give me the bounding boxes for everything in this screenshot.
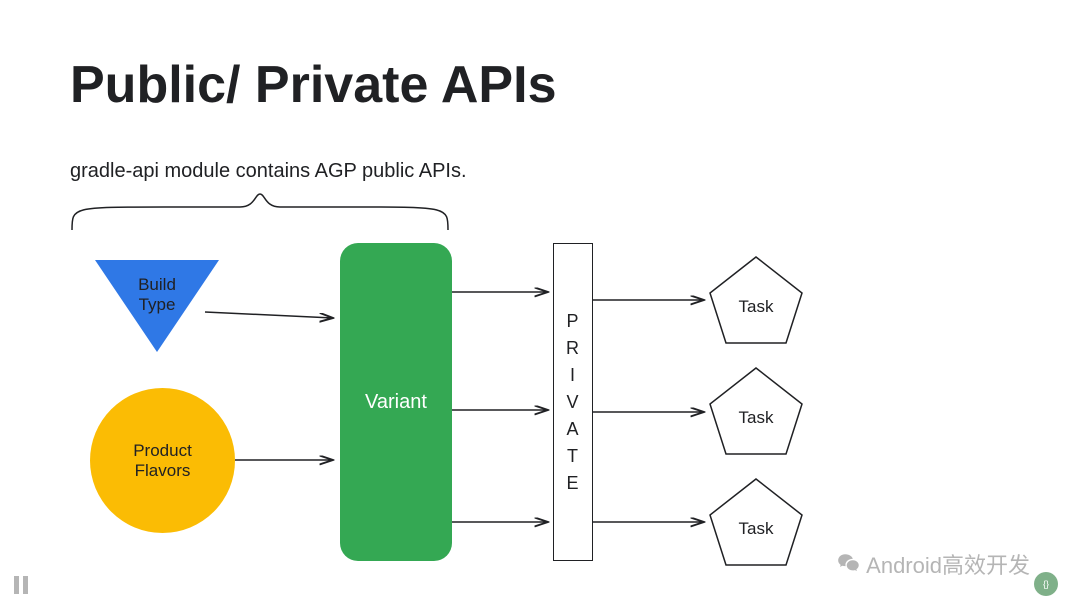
- avatar[interactable]: {}: [1034, 572, 1058, 596]
- wechat-icon: [836, 551, 862, 577]
- watermark: Android高效开发: [836, 548, 1030, 580]
- pause-icon[interactable]: [14, 576, 30, 594]
- watermark-text: Android高效开发: [866, 548, 1030, 580]
- avatar-initial: {}: [1043, 579, 1049, 589]
- arrows: [0, 0, 1080, 608]
